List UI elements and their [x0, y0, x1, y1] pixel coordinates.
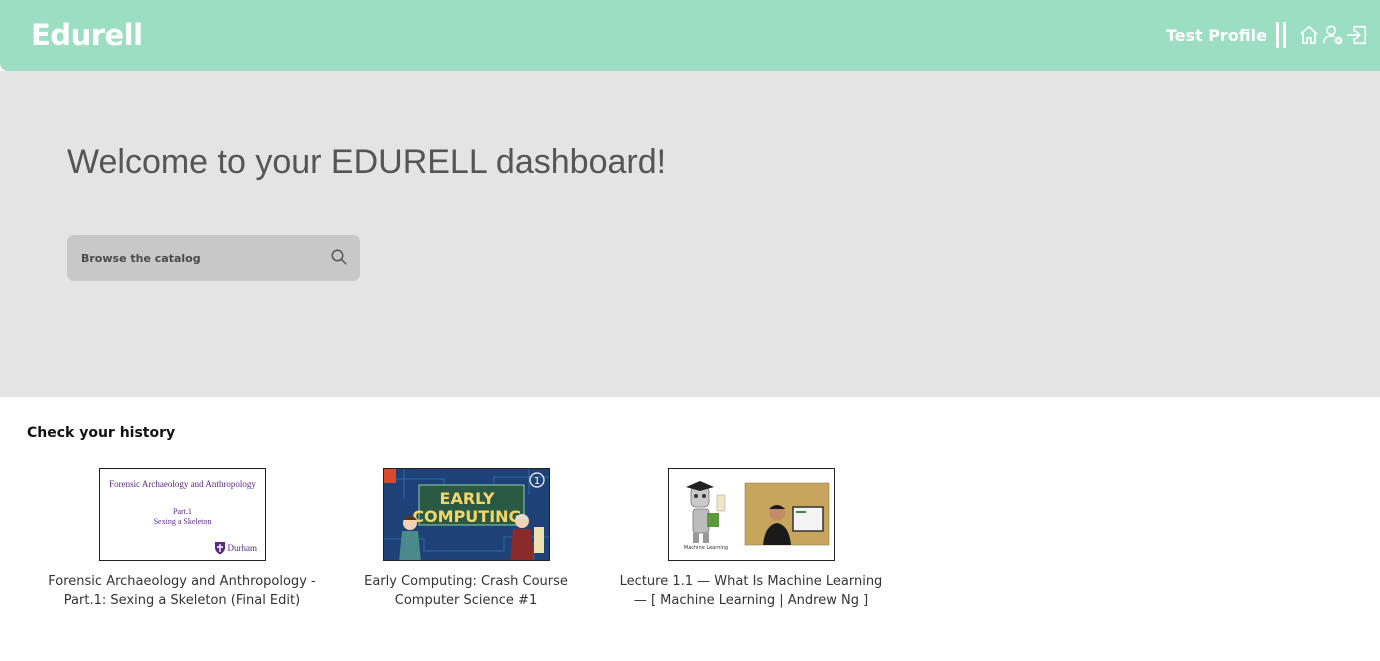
durham-logo: Durham	[214, 541, 257, 555]
thumbnail-text: Forensic Archaeology and Anthropology	[109, 479, 256, 489]
svg-text:1: 1	[534, 476, 540, 487]
thumbnail-text: Sexing a Skeleton	[153, 517, 212, 526]
thumbnail-art: EARLY COMPUTING 1	[384, 469, 549, 560]
video-thumbnail[interactable]: Machine Learning	[668, 468, 835, 561]
divider-bars	[1276, 22, 1286, 48]
search-input[interactable]	[67, 235, 317, 281]
thumbnail-text: Part.1	[173, 507, 192, 516]
video-title[interactable]: Lecture 1.1 — What Is Machine Learning —…	[616, 572, 886, 610]
home-icon[interactable]	[1298, 24, 1320, 46]
logout-icon[interactable]	[1346, 24, 1368, 46]
svg-text:COMPUTING: COMPUTING	[412, 507, 521, 526]
shield-icon	[214, 542, 225, 555]
svg-text:Machine Learning: Machine Learning	[684, 545, 728, 551]
video-thumbnail[interactable]: EARLY COMPUTING 1	[383, 468, 550, 561]
search-icon[interactable]	[330, 248, 348, 266]
profile-name[interactable]: Test Profile	[1166, 26, 1267, 45]
svg-text:EARLY: EARLY	[440, 489, 495, 508]
user-settings-icon[interactable]	[1322, 24, 1344, 46]
top-navbar: Edurell Test Profile	[0, 0, 1380, 71]
header-actions: Test Profile	[1166, 21, 1368, 49]
catalog-search-box[interactable]	[67, 235, 360, 281]
history-heading: Check your history	[27, 425, 176, 441]
video-title[interactable]: Early Computing: Crash Course Computer S…	[331, 572, 601, 610]
video-thumbnail[interactable]: Forensic Archaeology and Anthropology Pa…	[99, 468, 266, 561]
brand-logo[interactable]: Edurell	[31, 18, 143, 52]
video-title[interactable]: Forensic Archaeology and Anthropology - …	[47, 572, 317, 610]
page-title: Welcome to your EDURELL dashboard!	[67, 143, 667, 181]
welcome-section: Welcome to your EDURELL dashboard!	[0, 71, 1380, 397]
thumbnail-art: Machine Learning	[669, 469, 834, 560]
